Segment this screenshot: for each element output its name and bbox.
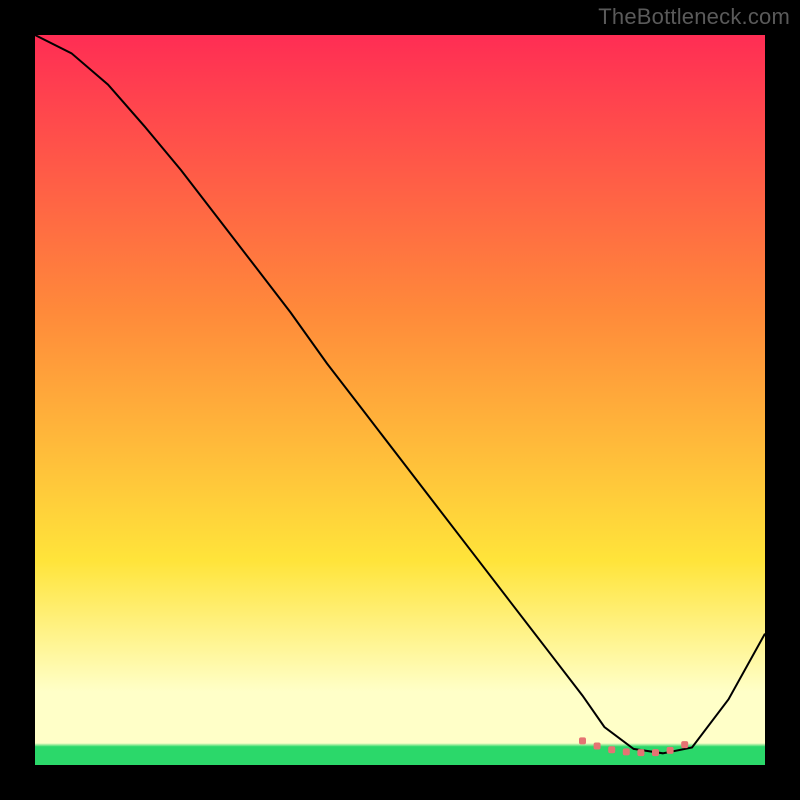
valley-marker	[594, 743, 601, 750]
valley-marker	[623, 748, 630, 755]
valley-marker	[637, 749, 644, 756]
valley-marker	[608, 746, 615, 753]
bottleneck-chart	[0, 0, 800, 800]
plot-background	[35, 35, 765, 765]
attribution-label: TheBottleneck.com	[598, 4, 790, 30]
valley-marker	[652, 749, 659, 756]
valley-marker	[667, 747, 674, 754]
valley-marker	[681, 741, 688, 748]
valley-marker	[579, 737, 586, 744]
